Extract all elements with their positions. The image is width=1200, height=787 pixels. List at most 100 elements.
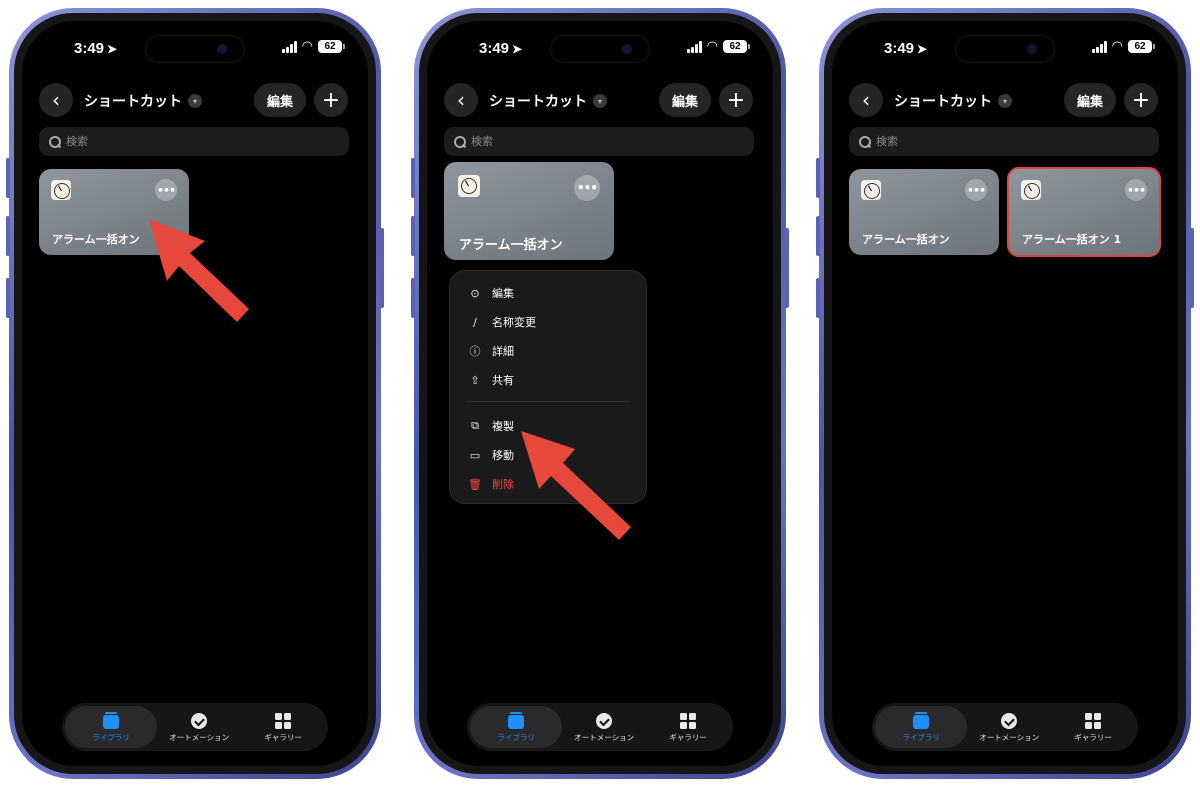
location-arrow-icon: ➤ xyxy=(512,42,523,56)
folder-icon: ▭ xyxy=(469,448,481,462)
shortcut-name: アラーム一括オン 1 xyxy=(1022,233,1122,246)
info-icon: ⓘ xyxy=(469,345,481,358)
screen-3: 3:49➤ ◠ 62 ‹ ショートカット▾ 編集 + ••• アラーム一括オン xyxy=(832,21,1178,766)
add-button[interactable]: + xyxy=(719,83,753,117)
location-arrow-icon: ➤ xyxy=(107,42,118,56)
tab-library[interactable]: ライブラリ xyxy=(65,706,158,748)
search-bar[interactable] xyxy=(849,127,1159,156)
chevron-left-icon: ‹ xyxy=(457,88,465,112)
cellular-signal-icon xyxy=(1091,40,1107,53)
edit-button[interactable]: 編集 xyxy=(1064,83,1116,117)
chevron-down-icon: ▾ xyxy=(188,94,202,108)
pencil-icon: ∕ xyxy=(473,315,477,329)
battery-icon: 62 xyxy=(318,40,345,53)
shortcut-card-preview[interactable]: ••• アラーム一括オン xyxy=(444,162,614,260)
library-icon xyxy=(102,711,120,730)
clock-icon xyxy=(51,180,71,200)
wifi-icon: ◠ xyxy=(1111,38,1123,54)
tab-automation[interactable]: オートメーション xyxy=(562,706,646,748)
tab-gallery[interactable]: ギャラリー xyxy=(1051,706,1135,748)
battery-icon: 62 xyxy=(1128,40,1155,53)
more-options-button[interactable]: ••• xyxy=(155,179,177,201)
shortcut-card-duplicate[interactable]: ••• アラーム一括オン 1 xyxy=(1007,167,1161,257)
edit-button[interactable]: 編集 xyxy=(254,83,306,117)
page-title[interactable]: ショートカット ▾ xyxy=(84,91,202,111)
add-button[interactable]: + xyxy=(314,83,348,117)
share-icon: ⇧ xyxy=(470,373,480,387)
add-button[interactable]: + xyxy=(1124,83,1158,117)
menu-divider xyxy=(466,401,630,402)
clock-icon xyxy=(458,175,480,197)
search-icon xyxy=(49,136,61,148)
tab-bar: ライブラリ オートメーション ギャラリー xyxy=(62,703,328,751)
page-title[interactable]: ショートカット ▾ xyxy=(489,91,607,111)
duplicate-icon: ⧉ xyxy=(471,419,479,432)
tab-automation[interactable]: オートメーション xyxy=(157,706,241,748)
tab-bar: ライブラリ オートメーション ギャラリー xyxy=(872,703,1138,751)
status-time: 3:49 ➤ xyxy=(479,40,523,57)
screen-2: 3:49➤ ◠ 62 ‹ ショートカット▾ 編集 + ••• アラーム一括オン … xyxy=(427,21,773,766)
plus-icon: + xyxy=(726,87,746,113)
automation-icon xyxy=(190,712,208,730)
library-icon xyxy=(507,711,525,730)
location-arrow-icon: ➤ xyxy=(917,42,928,56)
annotation-arrow xyxy=(521,431,631,540)
gallery-icon xyxy=(679,712,697,730)
clock-icon xyxy=(861,180,881,200)
menu-item-duplicate[interactable]: ⧉ 複製 xyxy=(468,418,514,434)
shortcut-name: アラーム一括オン xyxy=(862,233,950,246)
more-options-button[interactable]: ••• xyxy=(1125,179,1147,201)
automation-icon xyxy=(595,712,613,730)
tab-library[interactable]: ライブラリ xyxy=(470,706,563,748)
back-button[interactable]: ‹ xyxy=(39,83,73,117)
search-input[interactable] xyxy=(66,135,326,148)
menu-item-move[interactable]: ▭ 移動 xyxy=(468,447,514,463)
search-input[interactable] xyxy=(471,135,731,148)
search-bar[interactable] xyxy=(39,127,349,156)
clock-icon xyxy=(1021,180,1041,200)
search-input[interactable] xyxy=(876,135,1136,148)
back-button[interactable]: ‹ xyxy=(849,83,883,117)
search-icon xyxy=(454,136,466,148)
search-icon xyxy=(859,136,871,148)
page-title[interactable]: ショートカット ▾ xyxy=(894,91,1012,111)
library-icon xyxy=(912,711,930,730)
plus-icon: + xyxy=(1131,87,1151,113)
dynamic-island xyxy=(550,35,650,63)
cellular-signal-icon xyxy=(686,40,702,53)
battery-icon: 62 xyxy=(723,40,750,53)
status-time: 3:49 ➤ xyxy=(74,40,118,57)
dynamic-island xyxy=(145,35,245,63)
chevron-down-icon: ▾ xyxy=(593,94,607,108)
ellipsis-circle-icon: ⊙ xyxy=(470,286,480,300)
chevron-down-icon: ▾ xyxy=(998,94,1012,108)
plus-icon: + xyxy=(321,87,341,113)
menu-item-details[interactable]: ⓘ 詳細 xyxy=(468,343,515,359)
more-options-button[interactable]: ••• xyxy=(965,179,987,201)
status-time: 3:49 ➤ xyxy=(884,40,928,57)
phone-frame-1: 3:49➤ ◠ 62 ‹ ショートカット▾ 編集 + ••• アラーム一括オン … xyxy=(6,8,384,779)
automation-icon xyxy=(1000,712,1018,730)
search-bar[interactable] xyxy=(444,127,754,156)
tab-library[interactable]: ライブラリ xyxy=(875,706,968,748)
menu-item-edit[interactable]: ⊙ 編集 xyxy=(468,285,514,301)
wifi-icon: ◠ xyxy=(301,38,313,54)
shortcut-name: アラーム一括オン xyxy=(459,238,563,253)
tab-gallery[interactable]: ギャラリー xyxy=(646,706,730,748)
shortcut-card[interactable]: ••• アラーム一括オン xyxy=(849,169,999,255)
gallery-icon xyxy=(1084,712,1102,730)
menu-item-rename[interactable]: ∕ 名称変更 xyxy=(468,314,536,330)
gallery-icon xyxy=(274,712,292,730)
tab-automation[interactable]: オートメーション xyxy=(967,706,1051,748)
trash-icon: 🗑 xyxy=(468,477,482,491)
more-options-button[interactable]: ••• xyxy=(574,175,600,201)
menu-item-share[interactable]: ⇧ 共有 xyxy=(468,372,514,388)
phone-frame-3: 3:49➤ ◠ 62 ‹ ショートカット▾ 編集 + ••• アラーム一括オン xyxy=(816,8,1194,779)
edit-button[interactable]: 編集 xyxy=(659,83,711,117)
screen-1: 3:49➤ ◠ 62 ‹ ショートカット▾ 編集 + ••• アラーム一括オン … xyxy=(22,21,368,766)
dynamic-island xyxy=(955,35,1055,63)
menu-item-delete[interactable]: 🗑 削除 xyxy=(468,476,514,492)
back-button[interactable]: ‹ xyxy=(444,83,478,117)
tab-gallery[interactable]: ギャラリー xyxy=(241,706,325,748)
cellular-signal-icon xyxy=(281,40,297,53)
